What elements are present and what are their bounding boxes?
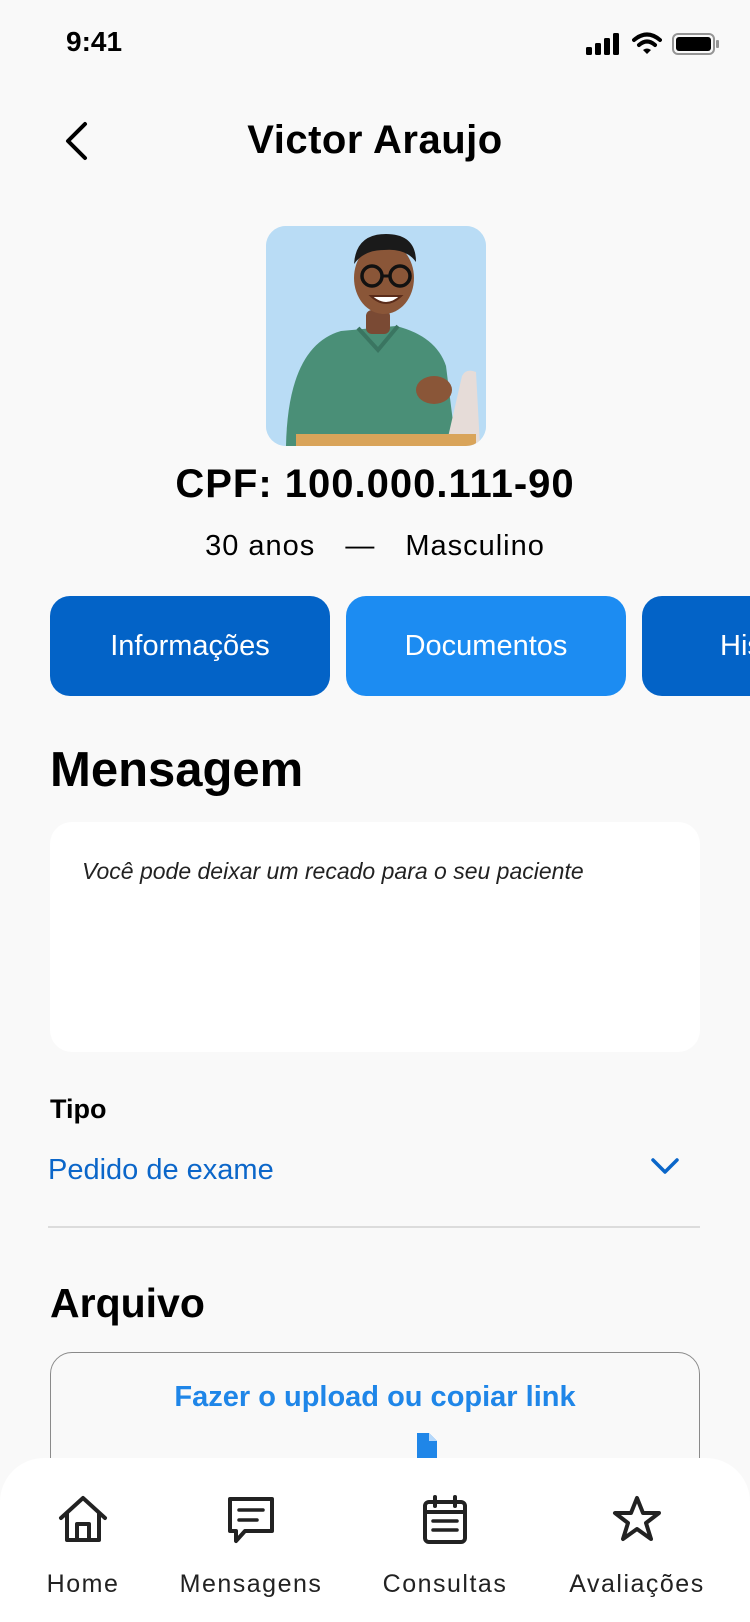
tipo-label: Tipo	[50, 1094, 107, 1124]
home-icon	[59, 1496, 107, 1542]
file-icon	[417, 1433, 437, 1461]
tab-historico[interactable]: Histórico	[642, 596, 750, 696]
patient-age: 30 anos	[205, 530, 316, 562]
star-icon	[613, 1496, 661, 1541]
arquivo-section-title: Arquivo	[50, 1280, 205, 1326]
patient-gender: Masculino	[405, 530, 545, 562]
message-placeholder: Você pode deixar um recado para o seu pa…	[82, 858, 584, 884]
chevron-down-icon	[651, 1158, 679, 1174]
bottom-nav: Home Mensagens Consultas Avaliações	[0, 1458, 750, 1622]
message-icon	[228, 1497, 274, 1543]
nav-avaliacoes-label: Avaliações	[569, 1570, 705, 1598]
nav-home-label: Home	[46, 1570, 120, 1598]
tipo-value: Pedido de exame	[48, 1154, 274, 1186]
tab-informacoes[interactable]: Informações	[50, 596, 330, 696]
patient-cpf: CPF: 100.000.111-90	[175, 462, 575, 506]
wifi-icon	[632, 32, 662, 54]
nav-mensagens[interactable]: Mensagens	[161, 1458, 341, 1622]
signal-icon	[586, 33, 619, 55]
nav-home[interactable]: Home	[0, 1458, 173, 1622]
message-textarea[interactable]: Você pode deixar um recado para o seu pa…	[50, 822, 700, 1052]
upload-label: Fazer o upload ou copiar link	[174, 1381, 576, 1413]
battery-icon	[672, 33, 719, 55]
message-section-title: Mensagem	[50, 743, 304, 797]
calendar-icon	[423, 1495, 467, 1544]
nav-consultas[interactable]: Consultas	[355, 1458, 535, 1622]
patient-meta: 30 anos — Masculino	[0, 530, 750, 563]
nav-mensagens-label: Mensagens	[179, 1570, 323, 1598]
tipo-divider	[48, 1226, 700, 1228]
nav-consultas-label: Consultas	[382, 1570, 508, 1598]
tab-documentos[interactable]: Documentos	[346, 596, 626, 696]
tipo-select[interactable]: Pedido de exame	[48, 1148, 700, 1228]
separator-dash: —	[345, 530, 376, 562]
status-icons	[586, 32, 720, 56]
tab-bar: Informações Documentos Histórico	[50, 596, 750, 696]
status-time: 9:41	[66, 26, 123, 57]
nav-avaliacoes[interactable]: Avaliações	[547, 1458, 727, 1622]
page-title: Victor Araujo	[247, 118, 503, 162]
patient-avatar	[266, 226, 486, 446]
